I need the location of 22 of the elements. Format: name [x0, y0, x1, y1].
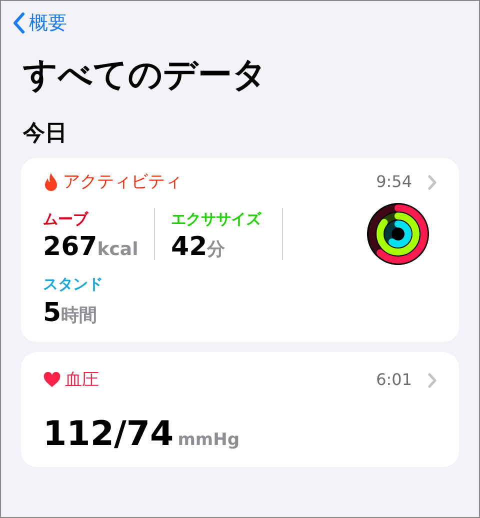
- metric-label: ムーブ: [43, 208, 90, 230]
- metric-label: エクササイズ: [171, 208, 262, 230]
- flame-icon: [43, 172, 59, 192]
- heart-icon: [43, 372, 61, 388]
- blood-pressure-value: 112/74 mmHg: [43, 417, 241, 451]
- blood-pressure-card[interactable]: 血圧 6:01 112/74 mmHg: [21, 352, 459, 467]
- time-label: 9:54: [376, 171, 412, 194]
- card-title: アクティビティ: [63, 170, 182, 194]
- card-title: 血圧: [65, 368, 99, 392]
- metric-label: スタンド: [43, 274, 104, 295]
- activity-card[interactable]: アクティビティ 9:54 ムーブ 267kcal エクササイズ 42分 スタンド 5時間: [21, 158, 459, 342]
- chevron-icon: [428, 174, 437, 190]
- back-button[interactable]: 概要: [13, 9, 67, 38]
- chevron-icon: [428, 372, 437, 388]
- metric-value: 5時間: [43, 300, 98, 326]
- back-chevron-icon: [13, 12, 25, 34]
- page-title: すべてのデータ: [23, 54, 268, 96]
- metric-value: 267kcal: [43, 234, 138, 260]
- section-heading: 今日: [23, 120, 68, 148]
- metric-value: 42分: [171, 234, 226, 260]
- activity-rings-drawing: [367, 203, 429, 265]
- time-label: 6:01: [376, 369, 412, 392]
